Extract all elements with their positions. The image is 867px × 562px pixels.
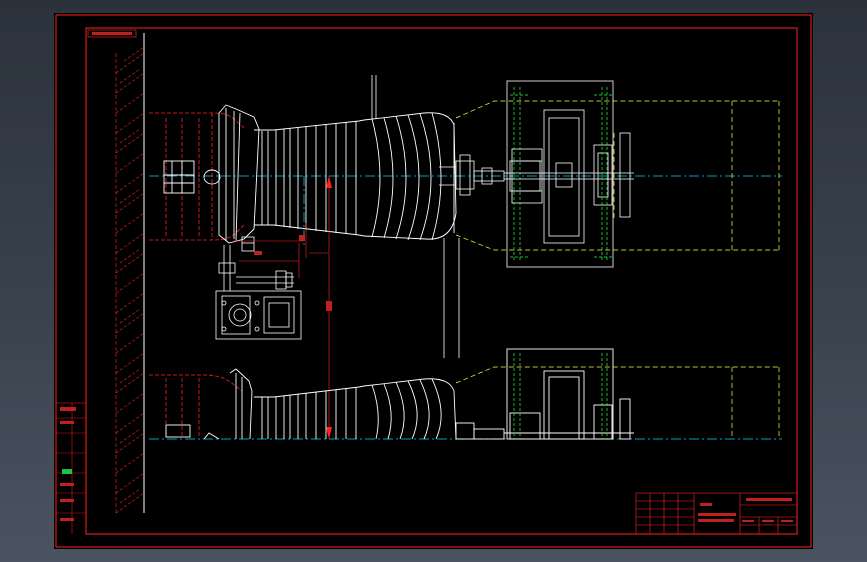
drawing-sheet xyxy=(54,13,813,549)
drawing-canvas xyxy=(55,14,812,548)
sheet-frame xyxy=(55,14,812,548)
dimensions xyxy=(234,176,332,439)
cad-viewport[interactable] xyxy=(0,0,867,562)
wall-section xyxy=(115,33,145,514)
centerlines xyxy=(149,175,782,440)
title-block xyxy=(635,492,798,535)
lower-assembly xyxy=(149,348,780,440)
upper-assembly xyxy=(149,75,780,358)
